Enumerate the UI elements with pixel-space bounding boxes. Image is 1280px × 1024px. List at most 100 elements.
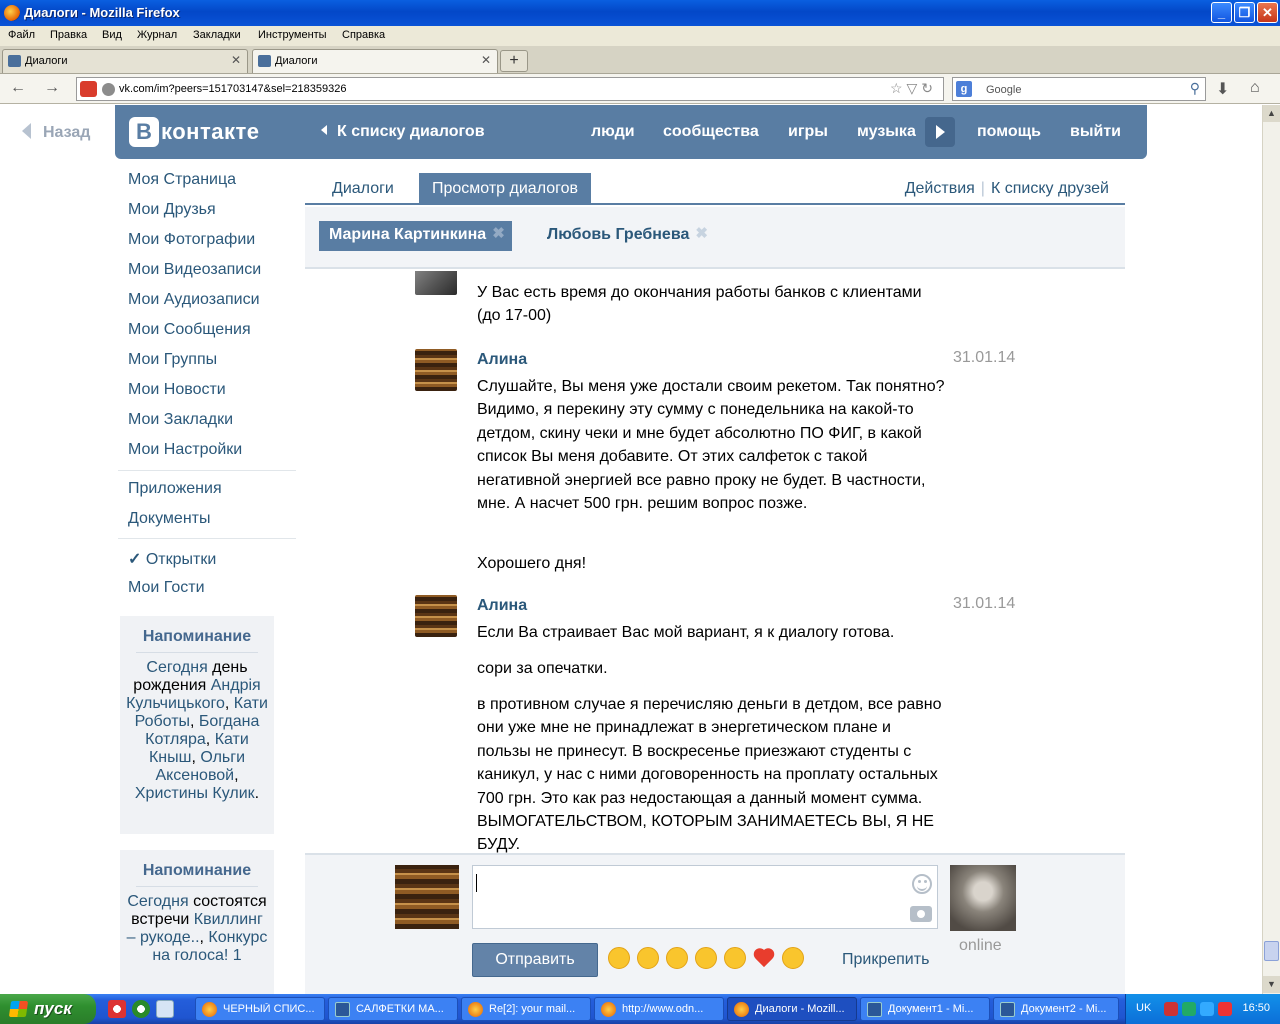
- message-input[interactable]: [472, 865, 938, 929]
- search-icon[interactable]: ⚲: [1190, 80, 1200, 97]
- header-link-people[interactable]: люди: [591, 123, 635, 141]
- forward-arrow-icon[interactable]: →: [44, 79, 60, 97]
- avatar[interactable]: [415, 271, 457, 295]
- menu-file[interactable]: Файл: [8, 29, 35, 41]
- menu-edit[interactable]: Правка: [50, 29, 87, 41]
- emoji-cry-icon[interactable]: [724, 947, 746, 969]
- menu-my-friends[interactable]: Мои Друзья: [128, 201, 216, 219]
- menu-my-bookmarks[interactable]: Мои Закладки: [128, 411, 233, 429]
- url-text[interactable]: vk.com/im?peers=151703147&sel=218359326: [119, 83, 347, 95]
- peer-tab[interactable]: Марина Картинкина ✖: [319, 221, 513, 251]
- close-window-button[interactable]: ✕: [1257, 2, 1278, 23]
- menu-my-videos[interactable]: Мои Видеозаписи: [128, 261, 261, 279]
- menu-my-guests[interactable]: Мои Гости: [128, 579, 205, 597]
- reminder-today-link[interactable]: Сегодня: [127, 893, 188, 910]
- tray-network-icon[interactable]: [1182, 1002, 1196, 1016]
- site-identity-icon[interactable]: [80, 81, 97, 97]
- tab-view-dialogs[interactable]: Просмотр диалогов: [419, 173, 591, 205]
- actions-link[interactable]: Действия: [905, 180, 975, 197]
- peer-avatar[interactable]: [950, 865, 1016, 931]
- message-list[interactable]: У Вас есть время до окончания работы бан…: [305, 271, 1125, 853]
- tab-close-icon[interactable]: ✕: [481, 53, 491, 67]
- menu-my-audio[interactable]: Мои Аудиозаписи: [128, 291, 260, 309]
- header-link-help[interactable]: помощь: [977, 123, 1041, 141]
- emoji-tongue-icon[interactable]: [637, 947, 659, 969]
- taskbar-button[interactable]: САЛФЕТКИ МА...: [328, 997, 458, 1021]
- friends-list-link[interactable]: К списку друзей: [991, 180, 1109, 197]
- close-peer-icon[interactable]: ✖: [695, 226, 709, 241]
- reminder-today-link[interactable]: Сегодня: [146, 659, 207, 676]
- browser-tab-2[interactable]: Диалоги ✕: [252, 49, 498, 73]
- download-icon[interactable]: ⬇: [1216, 79, 1229, 99]
- avatar[interactable]: [415, 595, 457, 637]
- message-author[interactable]: Алина: [477, 597, 527, 615]
- utorrent-icon[interactable]: [132, 1000, 150, 1018]
- menu-tools[interactable]: Инструменты: [258, 29, 327, 41]
- message-author[interactable]: Алина: [477, 351, 527, 369]
- desktop-icon[interactable]: [156, 1000, 174, 1018]
- browser-tab-1[interactable]: Диалоги ✕: [2, 49, 248, 73]
- my-avatar[interactable]: [395, 865, 459, 929]
- menu-apps[interactable]: Приложения: [128, 480, 222, 498]
- menu-history[interactable]: Журнал: [137, 29, 177, 41]
- language-indicator[interactable]: UK: [1136, 1002, 1151, 1014]
- minimize-button[interactable]: _: [1211, 2, 1232, 23]
- menu-help[interactable]: Справка: [342, 29, 385, 41]
- new-tab-button[interactable]: +: [500, 50, 528, 72]
- play-icon[interactable]: [925, 117, 955, 147]
- avatar[interactable]: [415, 349, 457, 391]
- opera-icon[interactable]: [108, 1000, 126, 1018]
- peer-tab[interactable]: Любовь Гребнева ✖: [537, 221, 715, 251]
- taskbar-button[interactable]: Re[2]: your mail...: [461, 997, 591, 1021]
- tray-app-icon[interactable]: [1164, 1002, 1178, 1016]
- emoji-roll-eyes-icon[interactable]: [782, 947, 804, 969]
- menu-my-groups[interactable]: Мои Группы: [128, 351, 217, 369]
- back-to-dialogs-link[interactable]: К списку диалогов: [321, 123, 485, 141]
- tray-antivirus-icon[interactable]: [1218, 1002, 1232, 1016]
- menu-view[interactable]: Вид: [102, 29, 122, 41]
- emoji-relieved-icon[interactable]: [695, 947, 717, 969]
- menu-my-messages[interactable]: Мои Сообщения: [128, 321, 251, 339]
- url-bar[interactable]: vk.com/im?peers=151703147&sel=218359326 …: [76, 77, 944, 101]
- emoji-smile-icon[interactable]: [608, 947, 630, 969]
- taskbar-button-active[interactable]: Диалоги - Mozill...: [727, 997, 857, 1021]
- back-arrow-icon[interactable]: ←: [10, 79, 26, 97]
- scroll-down-icon[interactable]: ▼: [1263, 976, 1280, 993]
- header-link-logout[interactable]: выйти: [1070, 123, 1121, 141]
- taskbar-button[interactable]: ЧЕРНЫЙ СПИС...: [195, 997, 325, 1021]
- search-bar[interactable]: g Google ⚲: [952, 77, 1206, 101]
- menu-my-page[interactable]: Моя Страница: [128, 171, 236, 189]
- home-icon[interactable]: ⌂: [1250, 79, 1260, 97]
- maximize-button[interactable]: ❐: [1234, 2, 1255, 23]
- header-link-communities[interactable]: сообщества: [663, 123, 759, 141]
- emoji-heart-icon[interactable]: [753, 947, 775, 969]
- taskbar-button[interactable]: Документ2 - Mi...: [993, 997, 1119, 1021]
- tab-dialogs[interactable]: Диалоги: [319, 173, 407, 205]
- send-button[interactable]: Отправить: [472, 943, 598, 977]
- google-icon[interactable]: g: [956, 81, 972, 97]
- menu-documents[interactable]: Документы: [128, 510, 210, 528]
- header-link-music[interactable]: музыка: [857, 123, 916, 141]
- taskbar-button[interactable]: http://www.odn...: [594, 997, 724, 1021]
- smile-icon[interactable]: [912, 874, 932, 894]
- vk-logo[interactable]: Вконтакте: [129, 117, 259, 147]
- menu-my-news[interactable]: Мои Новости: [128, 381, 226, 399]
- attach-link[interactable]: Прикрепить: [842, 951, 929, 969]
- start-button[interactable]: пуск: [0, 994, 96, 1024]
- page-back-link[interactable]: Назад: [22, 123, 90, 142]
- emoji-eyes-icon[interactable]: [666, 947, 688, 969]
- taskbar-button[interactable]: Документ1 - Mi...: [860, 997, 990, 1021]
- page-scrollbar[interactable]: ▲ ▼: [1262, 105, 1280, 994]
- menu-my-photos[interactable]: Мои Фотографии: [128, 231, 255, 249]
- scroll-thumb[interactable]: [1264, 941, 1279, 961]
- close-peer-icon[interactable]: ✖: [492, 226, 506, 241]
- menu-my-settings[interactable]: Мои Настройки: [128, 441, 242, 459]
- header-link-games[interactable]: игры: [788, 123, 828, 141]
- bookmark-star-icon[interactable]: ☆▽↻: [890, 80, 937, 97]
- tray-volume-icon[interactable]: [1200, 1002, 1214, 1016]
- scroll-up-icon[interactable]: ▲: [1263, 105, 1280, 122]
- menu-bookmarks[interactable]: Закладки: [193, 29, 241, 41]
- tab-close-icon[interactable]: ✕: [231, 53, 241, 67]
- birthday-link[interactable]: Христины Кулик: [135, 785, 255, 802]
- camera-icon[interactable]: [910, 906, 932, 922]
